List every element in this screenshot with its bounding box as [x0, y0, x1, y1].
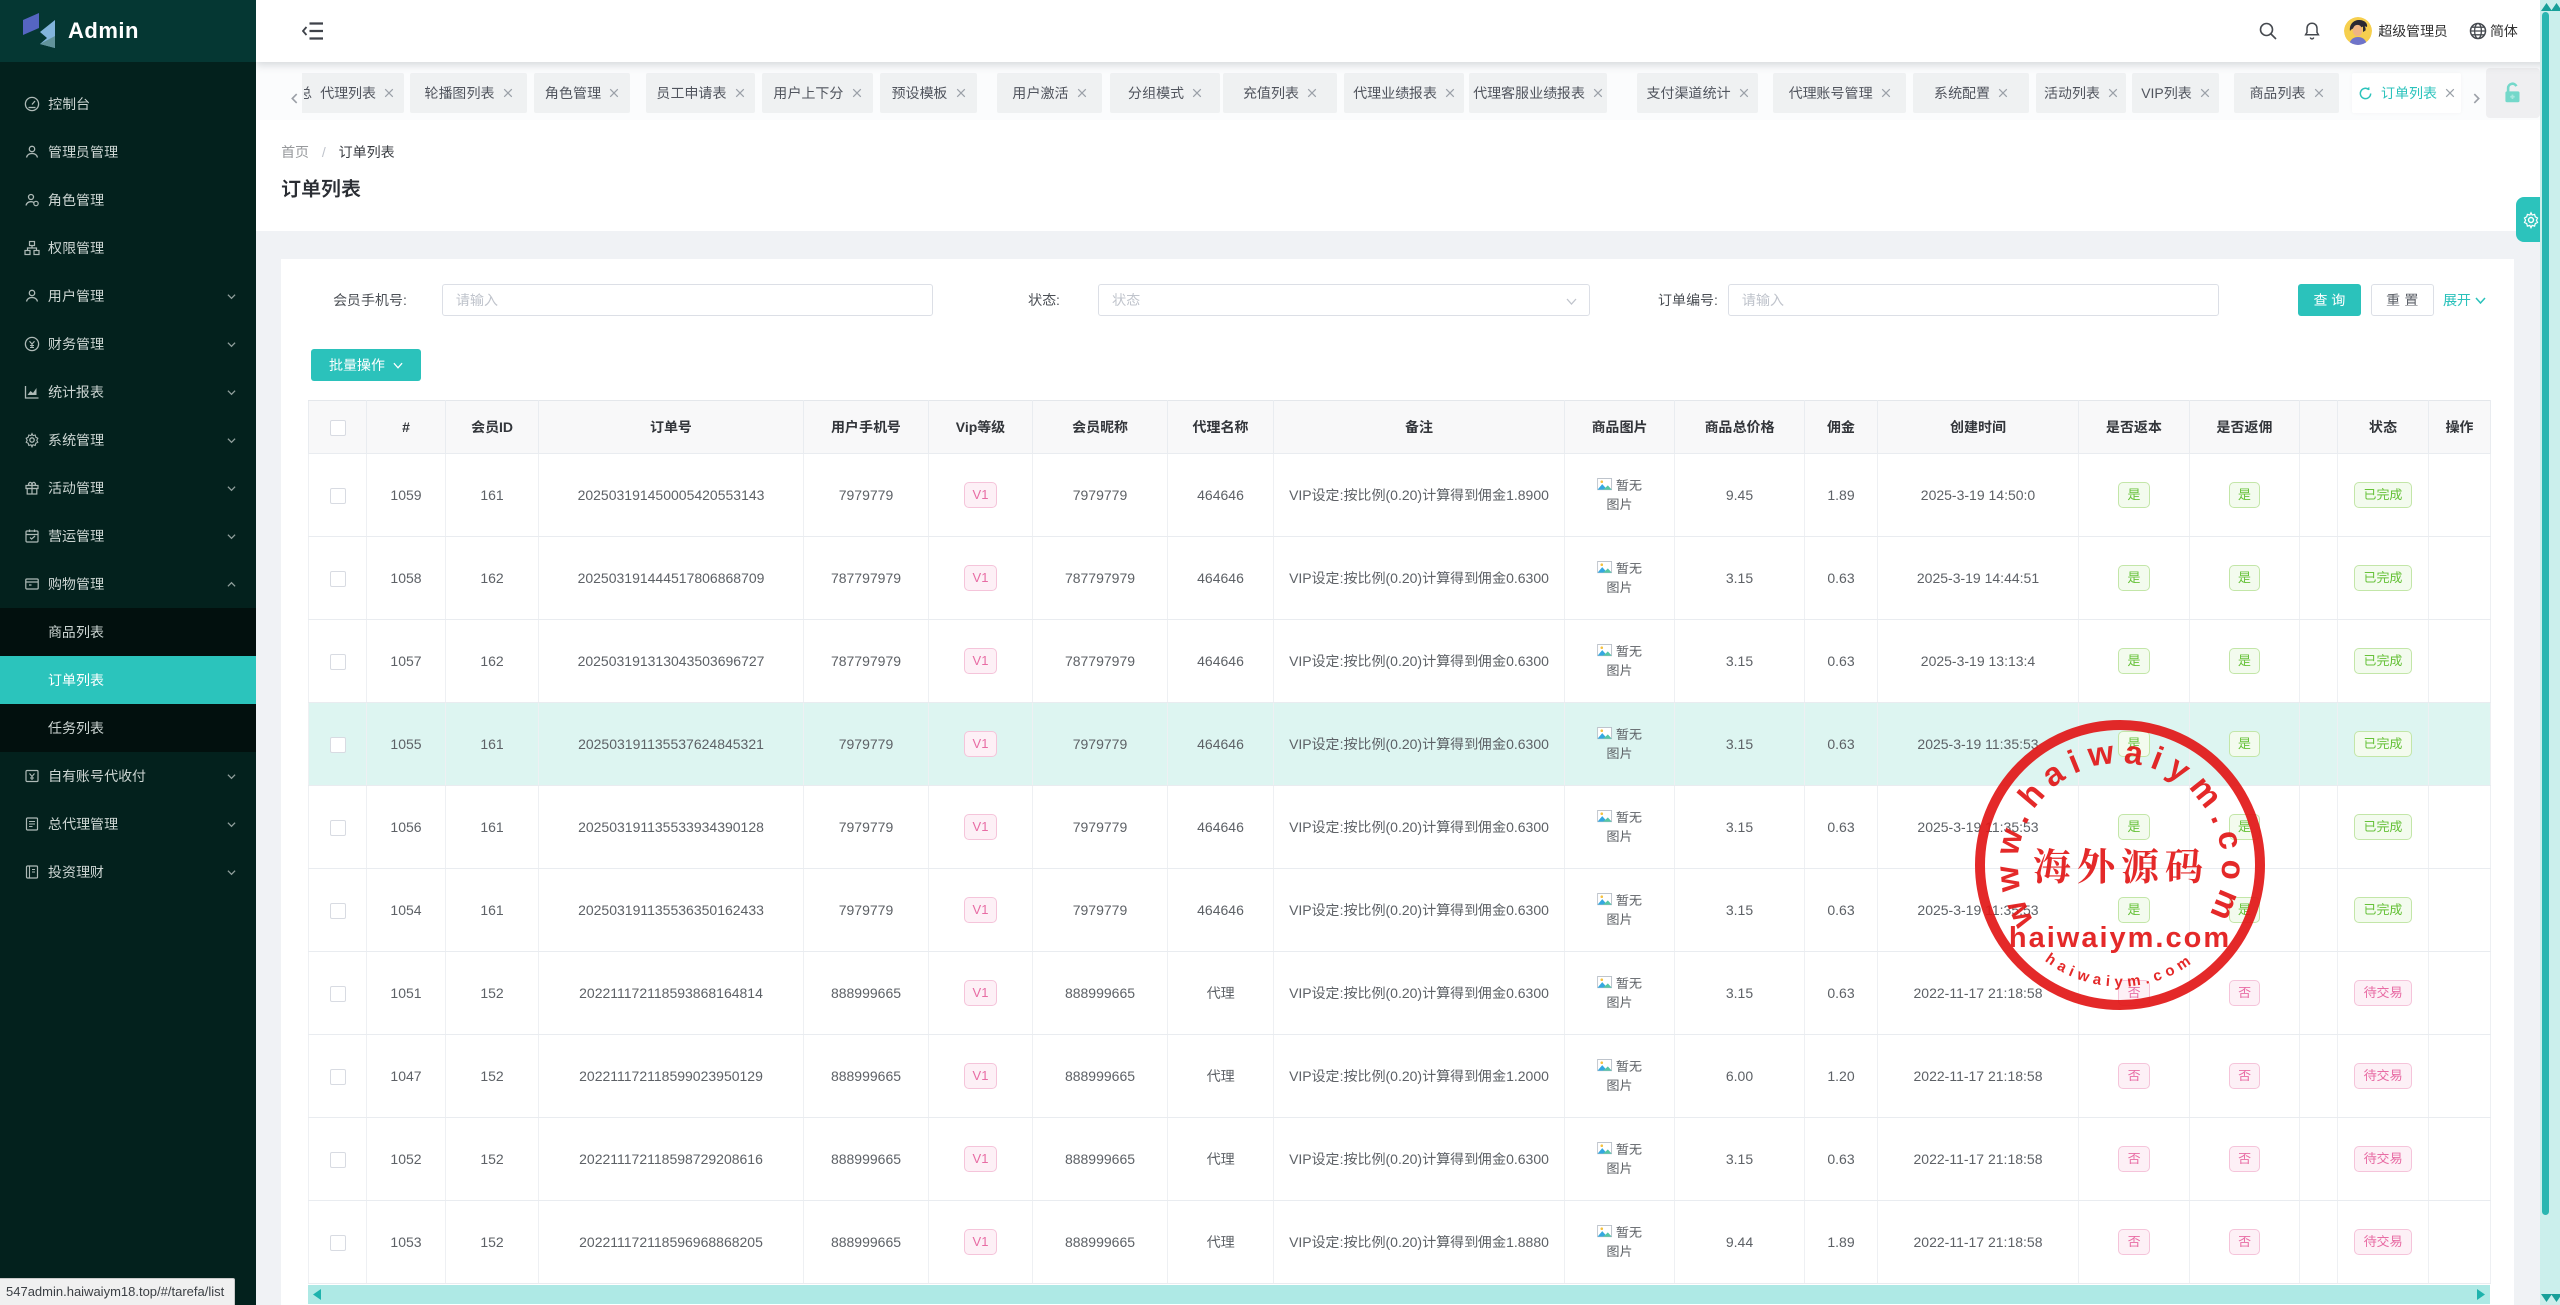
svg-text:haiwaiym.com: haiwaiym.com: [2009, 922, 2231, 954]
svg-text:海外源码: 海外源码: [2033, 836, 2209, 891]
svg-text:haiwaiym.com: haiwaiym.com: [2042, 950, 2198, 991]
